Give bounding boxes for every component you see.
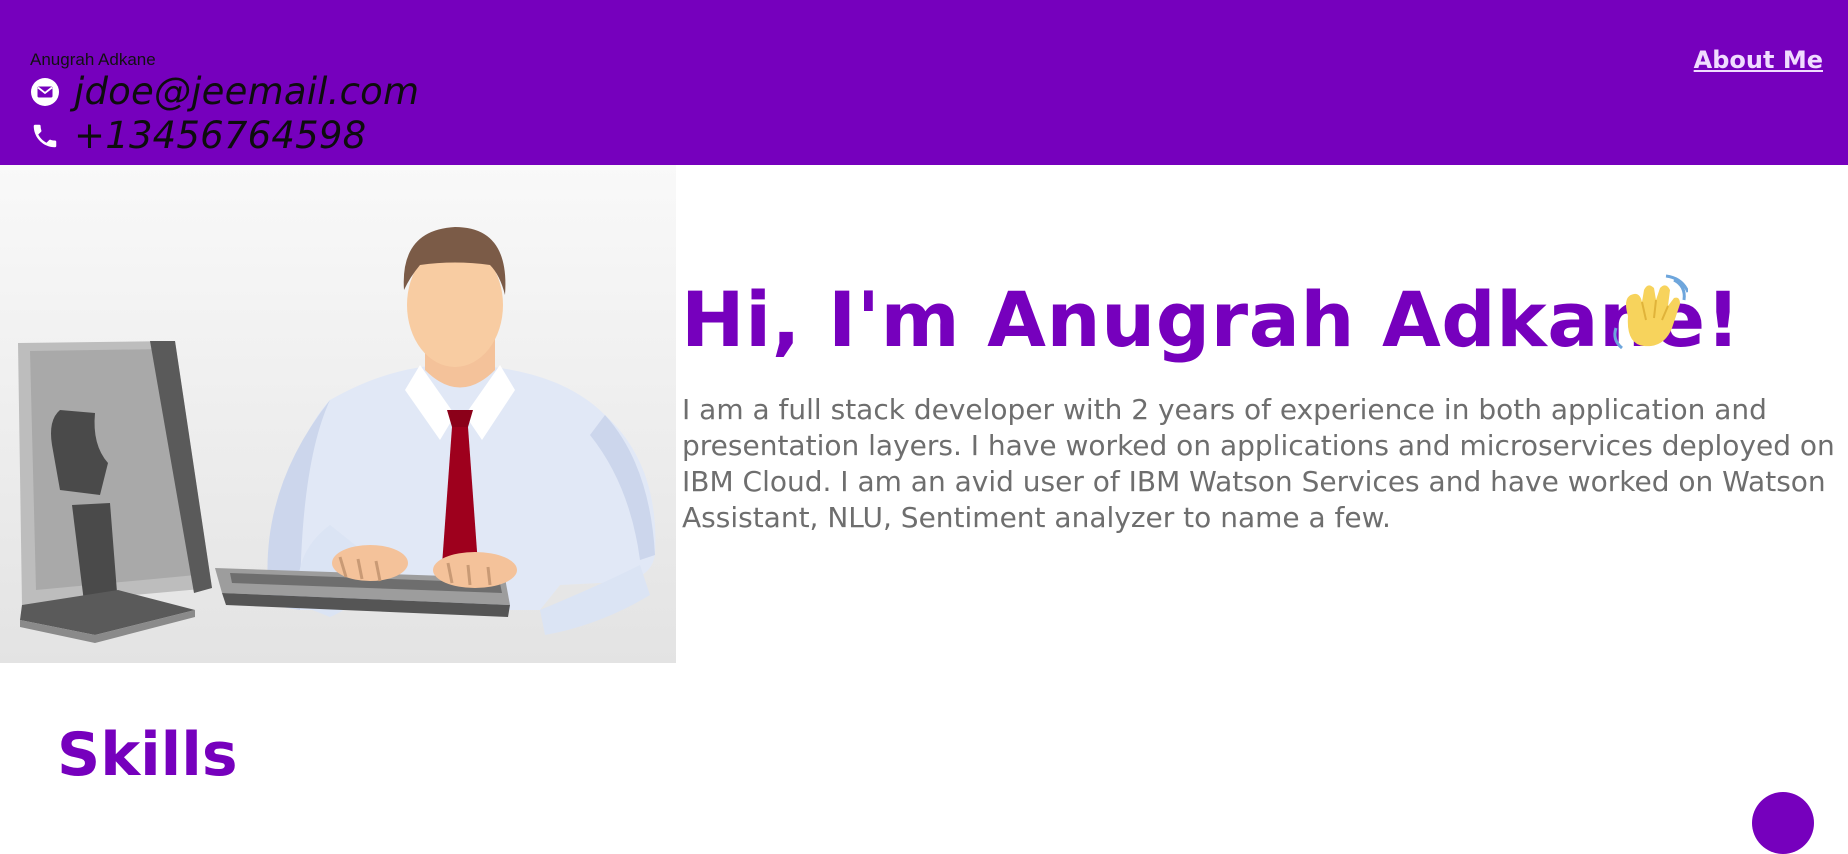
email-row: jdoe@jeemail.com: [30, 70, 419, 113]
phone-row: +13456764598: [30, 114, 366, 157]
about-me-link[interactable]: About Me: [1694, 46, 1823, 74]
header-name: Anugrah Adkane: [30, 50, 156, 69]
scroll-top-button[interactable]: [1752, 792, 1814, 854]
developer-at-computer-image: [18, 227, 656, 643]
waving-hand-icon: [1613, 274, 1688, 350]
email-text: jdoe@jeemail.com: [74, 70, 420, 113]
skills-heading: Skills: [57, 720, 238, 790]
hero-title: Hi, I'm Anugrah Adkane!: [681, 275, 1741, 364]
phone-icon: [33, 124, 57, 147]
developer-illustration: [0, 165, 676, 663]
email-icon: [31, 77, 59, 106]
hero-bio: I am a full stack developer with 2 years…: [682, 393, 1835, 534]
site-header: Anugrah Adkane jdoe@jeemail.com +1345676…: [0, 0, 1848, 165]
phone-text: +13456764598: [74, 114, 367, 157]
